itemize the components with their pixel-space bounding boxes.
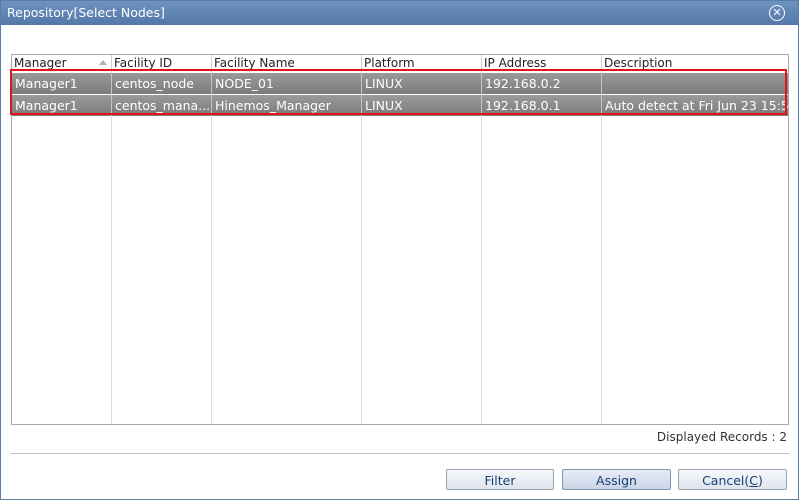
sort-ascending-icon [99,60,107,65]
column-header-ip-address[interactable]: IP Address [482,55,602,71]
column-divider [361,71,362,424]
column-header-platform[interactable]: Platform [362,55,482,71]
cancel-label: Cancel( [702,473,750,488]
cell-description: Auto detect at Fri Jun 23 15:5 [605,98,788,113]
cell-platform: LINUX [362,73,482,94]
cell-facility-name: NODE_01 [212,73,362,94]
cancel-label-end: ) [758,473,763,488]
cancel-button[interactable]: Cancel(C) [678,469,787,490]
cell-platform: LINUX [362,95,482,116]
divider [11,453,789,455]
column-divider [111,71,112,424]
column-divider [481,71,482,424]
cell-ip-address: 192.168.0.2 [482,73,602,94]
column-header-facility-id[interactable]: Facility ID [112,55,212,71]
dialog-title: Repository[Select Nodes] [7,5,165,20]
cell-manager: Manager1 [12,73,112,94]
displayed-records-count: Displayed Records : 2 [656,430,787,444]
column-header-manager[interactable]: Manager [12,55,112,71]
cell-manager: Manager1 [12,95,112,116]
cancel-shortcut-key: C [749,473,759,488]
table-header: Manager Facility ID Facility Name Platfo… [12,55,788,71]
cell-facility-name: Hinemos_Manager [212,95,362,116]
table-row[interactable]: Manager1 centos_mana... Hinemos_Manager … [12,95,788,116]
table-row[interactable]: Manager1 centos_node NODE_01 LINUX 192.1… [12,73,788,94]
cell-facility-id: centos_node [112,73,212,94]
nodes-table: Manager Facility ID Facility Name Platfo… [11,54,789,425]
title-bar[interactable]: Repository[Select Nodes] ✕ [1,1,798,25]
dialog-window: Repository[Select Nodes] ✕ Manager Facil… [0,0,799,500]
cell-ip-address: 192.168.0.1 [482,95,602,116]
assign-button[interactable]: Assign [562,469,671,490]
column-header-label: Manager [14,56,67,70]
cell-description [602,73,788,94]
column-divider [211,71,212,424]
close-icon[interactable]: ✕ [769,5,785,21]
filter-button[interactable]: Filter [446,469,554,490]
column-divider [601,71,602,424]
column-header-description[interactable]: Description [602,55,788,71]
column-header-facility-name[interactable]: Facility Name [212,55,362,71]
cell-facility-id: centos_mana... [112,95,212,116]
